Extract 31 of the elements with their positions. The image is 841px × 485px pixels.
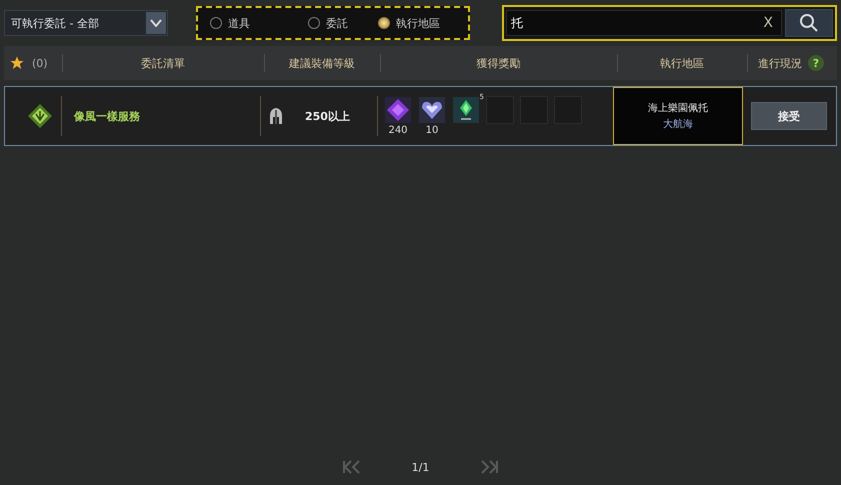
star-icon bbox=[10, 56, 24, 70]
column-header: 委託清單 bbox=[141, 56, 185, 70]
column-header: 獲得獎勵 bbox=[476, 56, 520, 70]
search-field[interactable]: 托 X bbox=[506, 10, 782, 36]
accept-button[interactable]: 接受 bbox=[751, 102, 827, 130]
chevron-down-icon[interactable] bbox=[146, 12, 166, 34]
quest-name: 像風一樣服務 bbox=[74, 108, 140, 124]
dropdown-value: 可執行委託 - 全部 bbox=[10, 16, 100, 30]
reward-item-icon bbox=[384, 96, 412, 124]
filter-dropdown[interactable]: 可執行委託 - 全部 bbox=[4, 10, 168, 36]
location-name: 海上樂園佩托 bbox=[648, 102, 708, 115]
emblem-icon bbox=[27, 103, 53, 129]
column-header: 進行現況 bbox=[758, 56, 802, 70]
helmet-icon bbox=[269, 107, 283, 125]
help-button[interactable]: ? bbox=[808, 55, 824, 71]
reward-item-icon bbox=[452, 96, 480, 124]
item-count: 10 bbox=[426, 125, 438, 136]
search-icon bbox=[799, 13, 819, 33]
item-count: 240 bbox=[388, 125, 408, 136]
reward-item-icon bbox=[418, 96, 446, 124]
column-header: 執行地區 bbox=[660, 56, 704, 70]
clear-button[interactable]: X bbox=[755, 15, 781, 31]
page-indicator: 1/1 bbox=[412, 460, 430, 474]
favorites-count: (0) bbox=[32, 56, 48, 70]
column-header: 建議裝備等級 bbox=[289, 56, 355, 70]
region-name: 大航海 bbox=[663, 118, 693, 131]
equipment-level: 250以上 bbox=[305, 108, 350, 124]
radio-option[interactable]: 執行地區 bbox=[378, 16, 440, 30]
radio-option[interactable]: 委託 bbox=[308, 16, 348, 30]
radio-option[interactable]: 道具 bbox=[210, 16, 250, 30]
search-button[interactable] bbox=[785, 9, 833, 37]
